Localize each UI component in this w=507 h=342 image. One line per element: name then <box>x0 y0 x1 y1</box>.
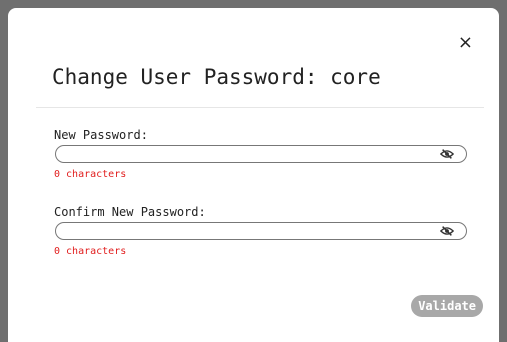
confirm-password-field <box>55 222 467 240</box>
confirm-password-input[interactable] <box>64 223 424 239</box>
change-password-dialog: × Change User Password: core New Passwor… <box>8 8 499 342</box>
new-password-field <box>55 145 467 163</box>
eye-slash-icon[interactable] <box>440 148 454 160</box>
eye-slash-icon[interactable] <box>440 225 454 237</box>
dialog-title: Change User Password: core <box>52 65 381 89</box>
confirm-password-char-count: 0 characters <box>54 246 127 257</box>
header-divider <box>36 107 484 108</box>
new-password-char-count: 0 characters <box>54 169 127 180</box>
confirm-password-label: Confirm New Password: <box>54 205 206 219</box>
close-button[interactable]: × <box>458 34 473 52</box>
new-password-label: New Password: <box>54 128 148 142</box>
validate-button[interactable]: Validate <box>411 295 483 317</box>
new-password-input[interactable] <box>64 146 424 162</box>
